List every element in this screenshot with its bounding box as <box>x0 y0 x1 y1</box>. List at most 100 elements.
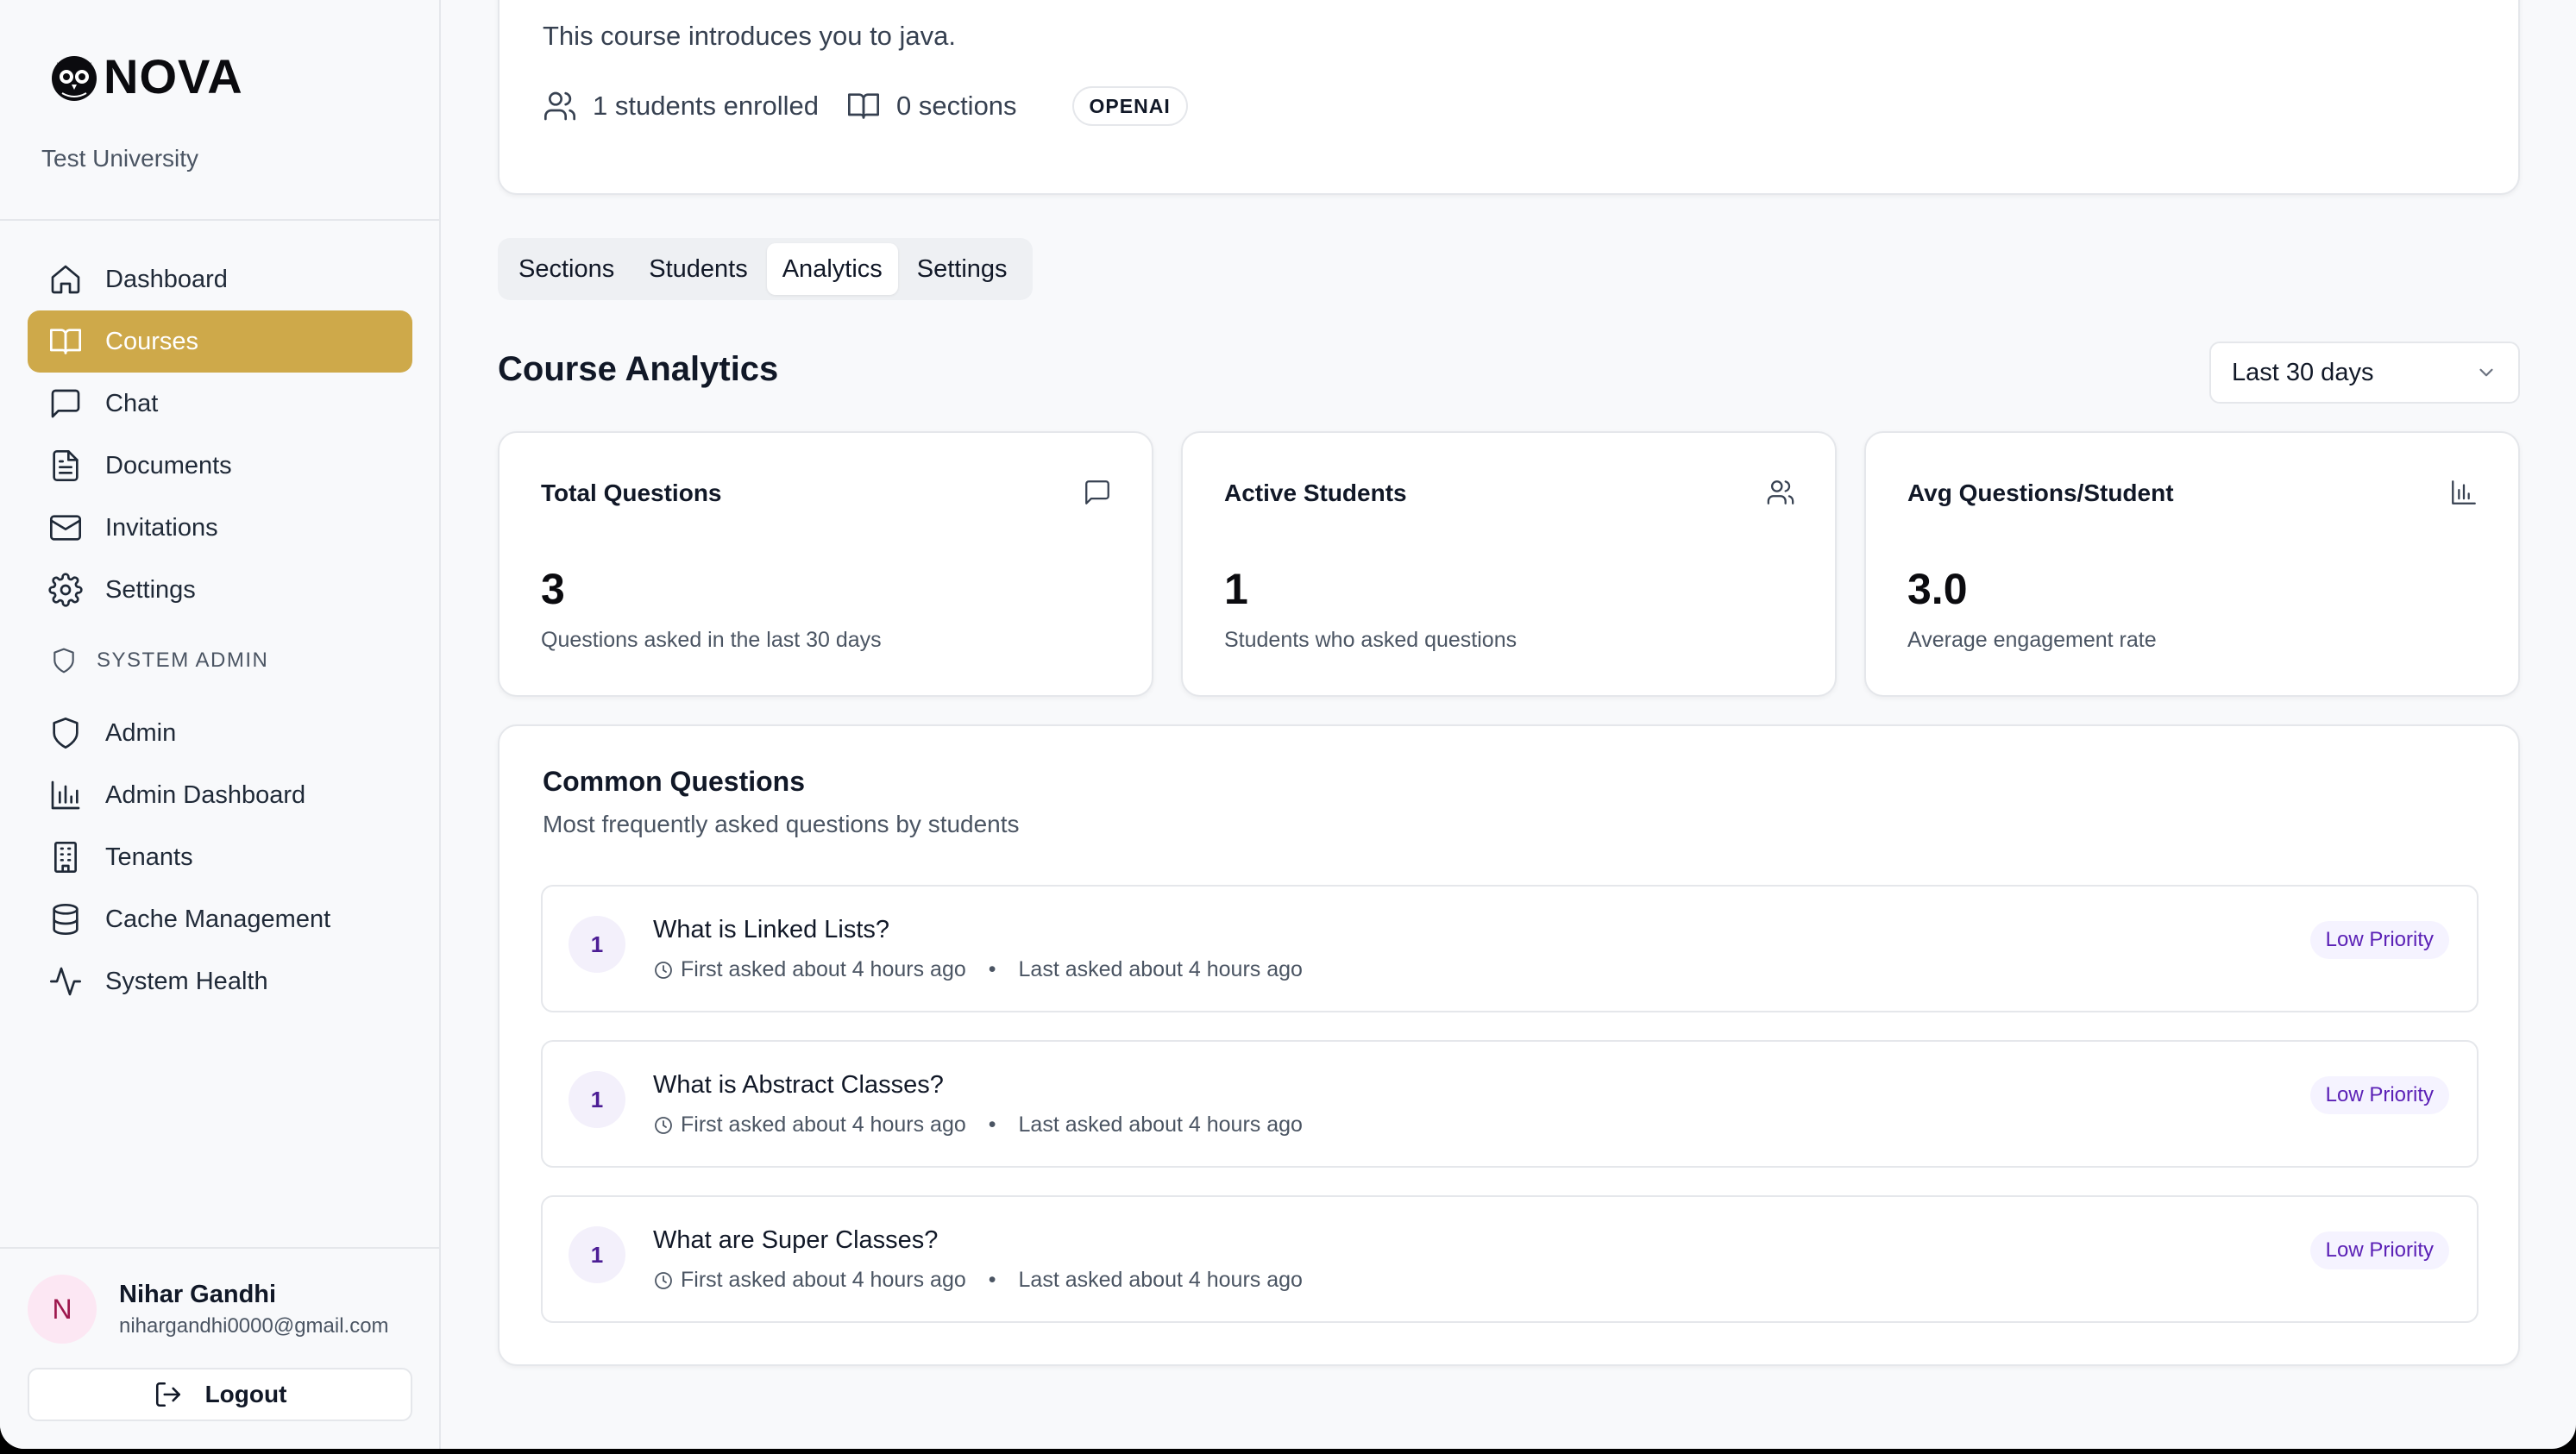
provider-badge: OPENAI <box>1071 86 1188 126</box>
sidebar-item-tenants[interactable]: Tenants <box>28 826 412 888</box>
chat-icon <box>51 389 80 418</box>
sidebar: NOVA Test University Dashboard Courses C… <box>0 0 441 1449</box>
priority-badge: Low Priority <box>2309 1232 2449 1269</box>
stat-subtitle: Questions asked in the last 30 days <box>541 628 882 652</box>
course-meta: 1 students enrolled 0 sections OPENAI <box>543 86 1188 126</box>
sidebar-item-label: Invitations <box>105 513 218 542</box>
date-range-select[interactable]: Last 30 days <box>2209 342 2520 404</box>
question-item[interactable]: 1 What is Linked Lists? First asked abou… <box>541 885 2479 1012</box>
sidebar-item-invitations[interactable]: Invitations <box>28 497 412 559</box>
sidebar-divider <box>0 1247 439 1249</box>
users-icon <box>544 91 576 121</box>
tab-sections[interactable]: Sections <box>503 243 630 295</box>
course-info-card: This course introduces you to java. 1 st… <box>498 0 2520 195</box>
priority-badge: Low Priority <box>2309 921 2449 959</box>
user-profile[interactable]: N Nihar Gandhi nihargandhi0000@gmail.com <box>28 1275 389 1344</box>
system-admin-section-label: SYSTEM ADMIN <box>28 630 412 692</box>
sidebar-item-label: Cache Management <box>105 905 331 933</box>
sidebar-item-documents[interactable]: Documents <box>28 435 412 497</box>
logout-button[interactable]: Logout <box>28 1368 412 1421</box>
main-content: This course introduces you to java. 1 st… <box>441 0 2576 1449</box>
course-description: This course introduces you to java. <box>543 21 957 51</box>
sidebar-item-cache-management[interactable]: Cache Management <box>28 888 412 950</box>
brand[interactable]: NOVA <box>50 50 243 103</box>
tenant-name: Test University <box>41 145 199 172</box>
priority-badge: Low Priority <box>2309 1076 2449 1114</box>
database-icon <box>53 904 79 935</box>
question-item[interactable]: 1 What are Super Classes? First asked ab… <box>541 1195 2479 1323</box>
mail-icon <box>50 515 81 541</box>
activity-icon <box>50 967 81 996</box>
course-tabs: Sections Students Analytics Settings <box>498 238 1033 300</box>
user-email: nihargandhi0000@gmail.com <box>119 1313 389 1338</box>
sidebar-item-label: Courses <box>105 327 198 355</box>
sidebar-divider <box>0 219 439 221</box>
question-meta: First asked about 4 hours ago • Last ask… <box>653 957 1303 982</box>
sidebar-item-system-health[interactable]: System Health <box>28 950 412 1012</box>
sidebar-item-settings[interactable]: Settings <box>28 559 412 621</box>
clock-icon <box>655 1116 672 1134</box>
tab-students[interactable]: Students <box>633 243 763 295</box>
question-count: 1 <box>569 1071 625 1128</box>
sidebar-item-label: Documents <box>105 451 232 479</box>
sidebar-item-chat[interactable]: Chat <box>28 373 412 435</box>
building-icon <box>54 842 77 873</box>
gear-icon <box>48 573 83 607</box>
first-asked: First asked about 4 hours ago <box>681 1112 966 1137</box>
last-asked: Last asked about 4 hours ago <box>1018 957 1303 981</box>
course-sections-count: 0 sections <box>846 89 1017 123</box>
common-questions-card: Common Questions Most frequently asked q… <box>498 724 2520 1366</box>
question-text: What is Abstract Classes? <box>653 1071 944 1099</box>
book-icon <box>847 93 879 119</box>
book-icon <box>50 329 81 354</box>
user-name: Nihar Gandhi <box>119 1280 277 1308</box>
sidebar-item-admin[interactable]: Admin <box>28 702 412 764</box>
avatar: N <box>28 1275 97 1344</box>
users-icon <box>1767 480 1794 505</box>
sidebar-item-label: Admin Dashboard <box>105 780 306 809</box>
message-square-icon <box>1085 480 1109 505</box>
sidebar-item-label: Settings <box>105 575 196 604</box>
app-screen: NOVA Test University Dashboard Courses C… <box>0 0 2576 1449</box>
stat-title: Active Students <box>1224 479 1407 506</box>
stat-value: 1 <box>1224 565 1248 613</box>
page-title: Course Analytics <box>498 350 779 388</box>
question-count: 1 <box>569 916 625 973</box>
document-icon <box>53 450 79 481</box>
chevron-down-icon <box>2479 368 2493 377</box>
question-meta: First asked about 4 hours ago • Last ask… <box>653 1112 1303 1138</box>
bar-chart-icon <box>51 780 80 810</box>
tab-analytics[interactable]: Analytics <box>766 243 898 295</box>
sidebar-item-label: Tenants <box>105 843 193 871</box>
question-item[interactable]: 1 What is Abstract Classes? First asked … <box>541 1040 2479 1168</box>
stat-card-avg-questions: Avg Questions/Student 3.0 Average engage… <box>1864 431 2520 697</box>
home-icon <box>51 265 80 294</box>
common-questions-subtitle: Most frequently asked questions by stude… <box>543 811 1020 837</box>
stat-subtitle: Students who asked questions <box>1224 628 1517 652</box>
last-asked: Last asked about 4 hours ago <box>1018 1112 1303 1137</box>
first-asked: First asked about 4 hours ago <box>681 1268 966 1292</box>
meta-separator: • <box>988 1112 996 1137</box>
shield-icon <box>53 648 74 674</box>
question-meta: First asked about 4 hours ago • Last ask… <box>653 1268 1303 1293</box>
stat-value: 3.0 <box>1907 565 1968 613</box>
main-nav: Dashboard Courses Chat Documents Invitat… <box>28 248 412 1012</box>
question-text: What are Super Classes? <box>653 1226 939 1254</box>
meta-separator: • <box>988 1268 996 1292</box>
sidebar-item-dashboard[interactable]: Dashboard <box>28 248 412 310</box>
sidebar-item-admin-dashboard[interactable]: Admin Dashboard <box>28 764 412 826</box>
first-asked: First asked about 4 hours ago <box>681 957 966 981</box>
students-enrolled: 1 students enrolled <box>543 89 819 123</box>
stat-card-active-students: Active Students 1 Students who asked que… <box>1181 431 1837 697</box>
sidebar-item-label: Admin <box>105 718 177 747</box>
stat-card-total-questions: Total Questions 3 Questions asked in the… <box>498 431 1153 697</box>
sidebar-item-label: Dashboard <box>105 265 228 293</box>
stat-subtitle: Average engagement rate <box>1907 628 2157 652</box>
common-questions-title: Common Questions <box>543 766 806 797</box>
bar-chart-icon <box>2452 480 2476 505</box>
sidebar-item-courses[interactable]: Courses <box>28 310 412 373</box>
stat-value: 3 <box>541 565 565 613</box>
sidebar-item-label: System Health <box>105 967 268 995</box>
tab-settings[interactable]: Settings <box>902 243 1023 295</box>
logout-icon <box>155 1382 180 1407</box>
